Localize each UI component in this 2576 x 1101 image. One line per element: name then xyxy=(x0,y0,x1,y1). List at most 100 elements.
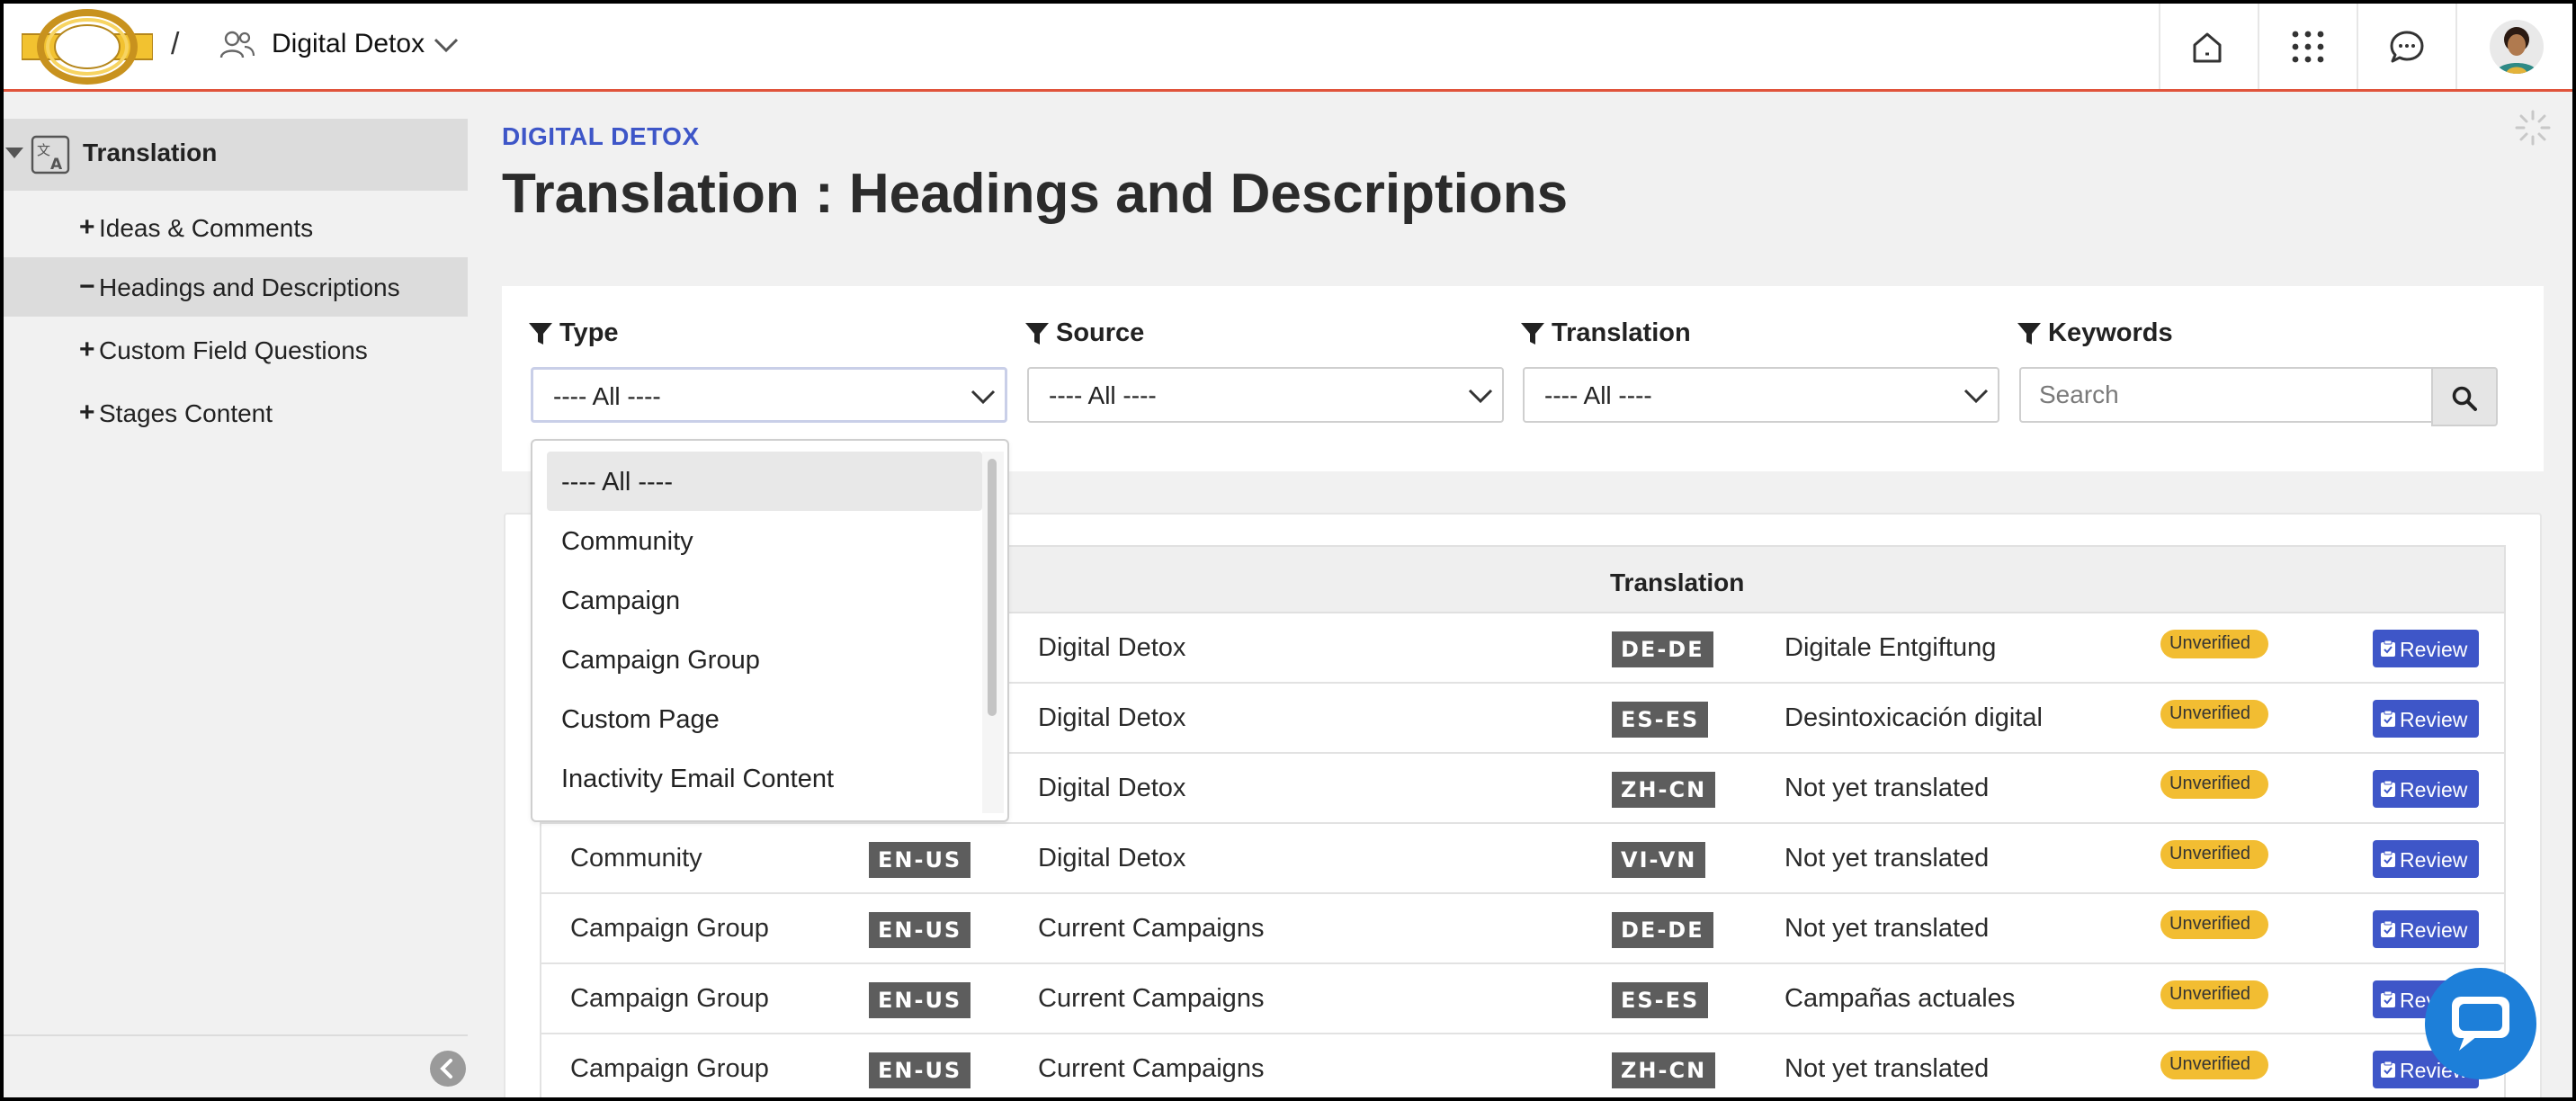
status-badge: Unverified xyxy=(2160,630,2269,658)
home-icon[interactable] xyxy=(2187,27,2227,67)
chat-bubble-icon xyxy=(2452,997,2509,1051)
table-row: Campaign Group EN-US Current Campaigns ZH-C… xyxy=(540,1034,2506,1097)
review-button[interactable]: Review xyxy=(2373,630,2479,667)
chevron-left-icon xyxy=(440,1059,452,1079)
page-eyebrow: DIGITAL DETOX xyxy=(502,122,700,150)
funnel-icon xyxy=(529,323,552,345)
source-language-code: EN-US xyxy=(869,982,971,1018)
chevron-down-icon xyxy=(1468,389,1493,404)
cell-source-text: Digital Detox xyxy=(1038,844,1186,873)
expand-symbol: + xyxy=(79,335,95,364)
dropdown-option-label: Custom Page xyxy=(561,705,720,734)
target-language-code: DE-DE xyxy=(1612,631,1713,667)
cell-source-text: Digital Detox xyxy=(1038,703,1186,732)
page-title: Translation : Headings and Descriptions xyxy=(502,163,1569,225)
target-language-code: VI-VN xyxy=(1612,842,1706,878)
dropdown-option-label: Campaign xyxy=(561,586,681,615)
type-dropdown-menu: ---- All ---- Community Campaign Campaign G… xyxy=(531,439,1009,822)
cell-type: Campaign Group xyxy=(570,1054,769,1083)
chat-bubble-icon[interactable] xyxy=(2387,27,2427,67)
scrollbar-thumb[interactable] xyxy=(988,459,997,716)
dropdown-option[interactable]: Campaign Group xyxy=(547,630,982,689)
cell-translation: Not yet translated xyxy=(1784,774,1990,802)
source-language-code: EN-US xyxy=(869,912,971,948)
dropdown-option-label: Inactivity Email Content xyxy=(561,765,835,793)
dropdown-option[interactable]: Campaign xyxy=(547,570,982,630)
translate-icon: 文 A xyxy=(31,135,70,175)
dropdown-option[interactable]: ---- All ---- xyxy=(547,452,982,511)
cell-type: Campaign Group xyxy=(570,984,769,1013)
clipboard-check-icon xyxy=(2381,1061,2395,1078)
dropdown-scrollbar[interactable] xyxy=(982,452,1004,813)
search-icon xyxy=(2452,386,2477,411)
cell-translation: Digitale Entgiftung xyxy=(1784,633,1997,662)
svg-text:A: A xyxy=(50,156,63,174)
cell-source-text: Digital Detox xyxy=(1038,774,1186,802)
user-avatar-icon xyxy=(2490,20,2544,74)
source-language-code: EN-US xyxy=(869,842,971,878)
type-select[interactable]: ---- All ---- xyxy=(531,367,1007,423)
sidebar-item-headings-descriptions[interactable]: − Headings and Descriptions xyxy=(4,257,468,317)
chat-widget-button[interactable] xyxy=(2425,968,2536,1079)
sidebar-item-label: Custom Field Questions xyxy=(99,336,368,364)
keywords-search-input[interactable] xyxy=(2019,367,2431,423)
sidebar-item-ideas-comments[interactable]: + Ideas & Comments xyxy=(4,198,468,257)
divider xyxy=(2455,4,2457,89)
search-button[interactable] xyxy=(2431,367,2498,426)
sidebar-item-custom-field-questions[interactable]: + Custom Field Questions xyxy=(4,320,468,380)
type-select-value: ---- All ---- xyxy=(553,382,661,410)
collapse-sidebar-button[interactable] xyxy=(430,1051,466,1087)
status-badge: Unverified xyxy=(2160,700,2269,729)
clipboard-check-icon xyxy=(2381,710,2395,727)
cell-translation: Not yet translated xyxy=(1784,1054,1990,1083)
sidebar-section-translation[interactable]: 文 A Translation xyxy=(4,119,468,191)
sidebar: 文 A Translation + Ideas & Comments − Hea… xyxy=(4,92,471,1097)
source-language-code: EN-US xyxy=(869,1052,971,1088)
grid-icon[interactable] xyxy=(2288,27,2328,67)
chevron-down-icon[interactable] xyxy=(432,34,461,56)
review-button[interactable]: Review xyxy=(2373,840,2479,878)
caret-down-icon[interactable] xyxy=(5,148,23,158)
translation-select[interactable]: ---- All ---- xyxy=(1523,367,1999,423)
cell-translation: Not yet translated xyxy=(1784,844,1990,873)
expand-symbol: + xyxy=(79,398,95,427)
community-name[interactable]: Digital Detox xyxy=(272,29,425,59)
review-button-label: Review xyxy=(2400,918,2468,942)
review-button[interactable]: Review xyxy=(2373,770,2479,808)
clipboard-check-icon xyxy=(2381,920,2395,937)
dropdown-option[interactable]: Community xyxy=(547,511,982,570)
cell-type: Campaign Group xyxy=(570,914,769,943)
divider xyxy=(2258,4,2259,89)
review-button-label: Review xyxy=(2400,638,2468,661)
collapse-symbol: − xyxy=(79,272,95,301)
divider xyxy=(2159,4,2160,89)
dropdown-option-label: ---- All ---- xyxy=(561,468,674,497)
cell-type: Community xyxy=(570,844,702,873)
dropdown-option[interactable]: Inactivity Email Content xyxy=(547,748,982,808)
avatar[interactable] xyxy=(2490,20,2544,74)
target-language-code: ZH-CN xyxy=(1612,772,1716,808)
source-select[interactable]: ---- All ---- xyxy=(1027,367,1504,423)
target-language-code: ES-ES xyxy=(1612,702,1709,738)
cell-source-text: Current Campaigns xyxy=(1038,1054,1265,1083)
sidebar-item-label: Stages Content xyxy=(99,399,273,427)
funnel-icon xyxy=(1025,323,1049,345)
chevron-down-icon xyxy=(970,389,996,405)
review-button[interactable]: Review xyxy=(2373,700,2479,738)
dropdown-option[interactable]: Custom Page xyxy=(547,689,982,748)
cell-source-text: Current Campaigns xyxy=(1038,984,1265,1013)
top-bar: / Digital Detox xyxy=(4,4,2572,92)
review-button-label: Review xyxy=(2400,708,2468,731)
expand-symbol: + xyxy=(79,212,95,242)
svg-text:文: 文 xyxy=(37,142,50,158)
source-select-value: ---- All ---- xyxy=(1049,381,1157,409)
column-header-translation: Translation xyxy=(1610,568,1745,596)
target-language-code: ZH-CN xyxy=(1612,1052,1716,1088)
table-row: Campaign Group EN-US Current Campaigns DE-D… xyxy=(540,894,2506,964)
logo-icon[interactable] xyxy=(22,9,153,85)
status-badge: Unverified xyxy=(2160,770,2269,799)
chevron-down-icon xyxy=(1963,389,1989,404)
review-button[interactable]: Review xyxy=(2373,910,2479,948)
cell-source-text: Current Campaigns xyxy=(1038,914,1265,943)
sidebar-item-stages-content[interactable]: + Stages Content xyxy=(4,383,468,443)
